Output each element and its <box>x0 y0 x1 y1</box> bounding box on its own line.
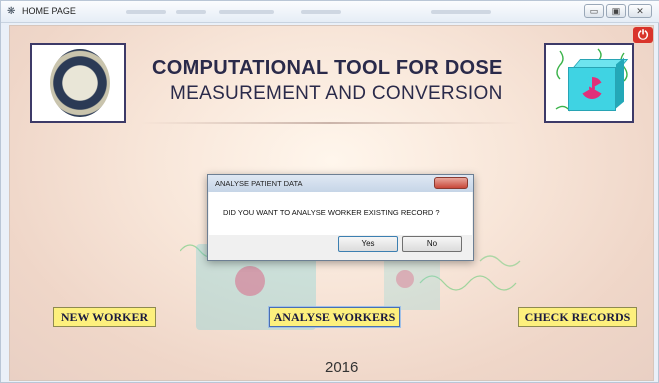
no-button[interactable]: No <box>402 236 462 252</box>
dialog-close-button[interactable] <box>434 177 468 189</box>
page-subtitle: MEASUREMENT AND CONVERSION <box>170 83 503 104</box>
close-button[interactable]: ✕ <box>628 4 652 18</box>
university-seal-icon <box>50 49 110 117</box>
power-icon[interactable]: ⏻ <box>633 27 653 43</box>
blurred-text <box>301 10 341 14</box>
background-radiation-icon <box>235 266 265 296</box>
cube-side <box>616 57 624 109</box>
check-records-button[interactable]: CHECK RECORDS <box>518 307 637 327</box>
radiation-logo <box>544 43 634 123</box>
blurred-text <box>431 10 491 14</box>
main-window: ❋ HOME PAGE ▭ ▣ ✕ ⏻ COMPUTATIONAL TOOL F… <box>0 0 659 383</box>
blurred-text <box>176 10 206 14</box>
title-bar: ❋ HOME PAGE ▭ ▣ ✕ <box>1 1 659 23</box>
minimize-button[interactable]: ▭ <box>584 4 604 18</box>
app-icon: ❋ <box>7 6 16 17</box>
confirm-dialog: ANALYSE PATIENT DATA DID YOU WANT TO ANA… <box>207 174 474 261</box>
yes-button[interactable]: Yes <box>338 236 398 252</box>
dialog-body: DID YOU WANT TO ANALYSE WORKER EXISTING … <box>209 192 472 235</box>
university-logo <box>30 43 126 123</box>
analyse-workers-button[interactable]: ANALYSE WORKERS <box>269 307 400 327</box>
new-worker-button[interactable]: NEW WORKER <box>53 307 156 327</box>
dialog-title-bar: ANALYSE PATIENT DATA <box>208 175 473 192</box>
dialog-title: ANALYSE PATIENT DATA <box>215 179 303 188</box>
footer-year: 2016 <box>325 359 359 376</box>
header-divider <box>140 122 520 124</box>
blurred-text <box>126 10 166 14</box>
blurred-text <box>219 10 274 14</box>
maximize-button[interactable]: ▣ <box>606 4 626 18</box>
background-radiation-icon <box>396 270 414 288</box>
page-title: COMPUTATIONAL TOOL FOR DOSE <box>152 57 503 79</box>
dialog-message: DID YOU WANT TO ANALYSE WORKER EXISTING … <box>223 208 440 217</box>
radiation-icon <box>582 77 602 99</box>
window-title: HOME PAGE <box>22 6 76 16</box>
